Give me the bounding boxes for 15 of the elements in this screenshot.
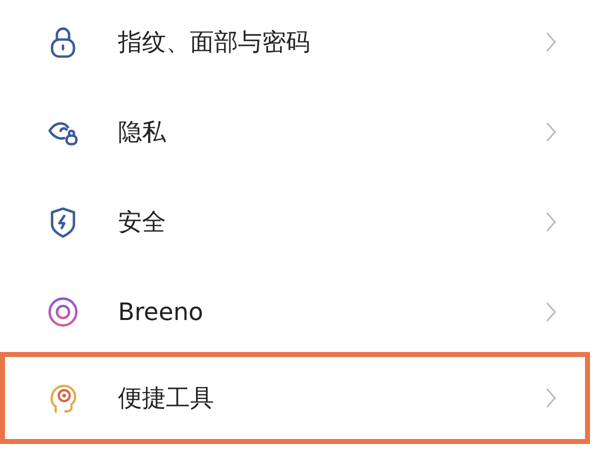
chevron-icon (545, 211, 557, 233)
settings-item[interactable]: 指纹、面部与密码 (0, 0, 590, 87)
item-label: 安全 (118, 207, 167, 238)
chevron-icon (545, 387, 557, 409)
ring-icon (46, 295, 80, 329)
item-label: Breeno (118, 298, 204, 326)
settings-item[interactable]: 安全 (0, 177, 590, 267)
chevron-icon (545, 121, 557, 143)
chevron-icon (545, 301, 557, 323)
item-label: 便捷工具 (118, 383, 215, 414)
item-label: 隐私 (118, 117, 167, 148)
item-label: 指纹、面部与密码 (118, 27, 311, 58)
chevron-icon (545, 31, 557, 53)
settings-item[interactable]: 便捷工具 (0, 352, 590, 444)
settings-item[interactable]: 隐私 (0, 87, 590, 177)
